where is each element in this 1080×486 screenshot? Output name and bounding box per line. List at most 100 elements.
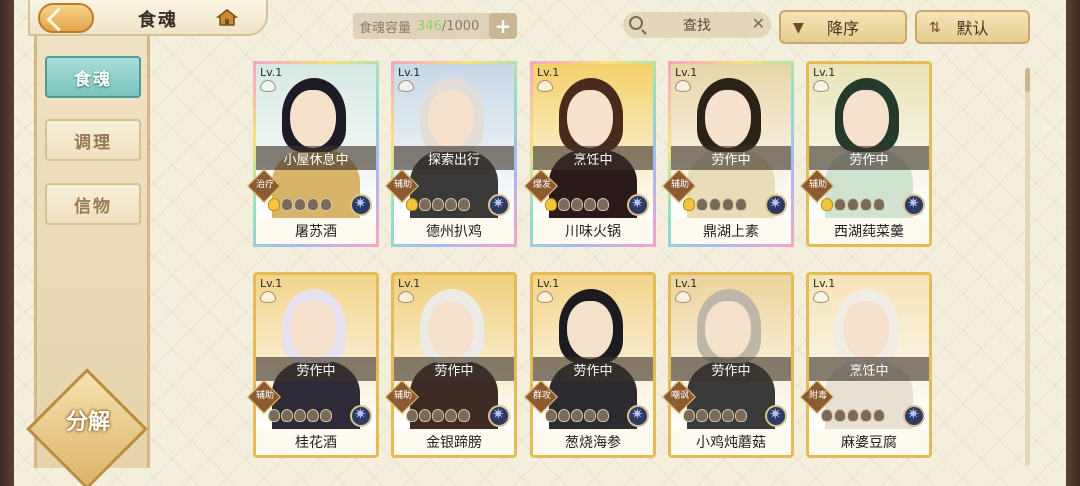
star-rating	[406, 409, 470, 425]
star-icon	[445, 198, 457, 211]
star-icon	[860, 198, 872, 211]
status-banner: 小屋休息中	[256, 146, 376, 170]
role-label: 辅助	[808, 180, 827, 190]
level-label: Lv.1	[537, 66, 560, 79]
food-soul-name: 德州扒鸡	[394, 218, 514, 244]
leaf-icon	[675, 291, 691, 303]
star-icon	[834, 409, 846, 422]
food-soul-card[interactable]: Lv.1 烹饪中爆发川味火锅	[524, 61, 656, 247]
leaf-icon	[813, 291, 829, 303]
star-icon	[268, 409, 280, 422]
role-label: 辅助	[393, 391, 412, 401]
capacity-max: /1000	[441, 18, 480, 34]
star-rating	[545, 198, 609, 214]
leaf-icon	[260, 80, 276, 92]
rarity-gem-icon	[765, 194, 787, 216]
leaf-icon	[537, 80, 553, 92]
star-icon	[294, 409, 306, 422]
star-icon	[683, 198, 695, 211]
search-icon	[629, 16, 643, 30]
star-rating	[268, 198, 332, 214]
level-label: Lv.1	[813, 277, 836, 290]
level-label: Lv.1	[675, 66, 698, 79]
star-icon	[722, 409, 734, 422]
rarity-gem-icon	[765, 405, 787, 427]
rarity-gem-icon	[350, 405, 372, 427]
tab-conditioning[interactable]: 调理	[45, 119, 141, 161]
food-soul-name: 麻婆豆腐	[809, 429, 929, 455]
rarity-gem-icon	[903, 194, 925, 216]
star-icon	[735, 198, 747, 211]
character-face	[843, 90, 889, 148]
star-icon	[307, 409, 319, 422]
status-banner: 烹饪中	[533, 146, 653, 170]
back-button[interactable]	[38, 3, 94, 33]
food-soul-card[interactable]: Lv.1 烹饪中附毒麻婆豆腐	[800, 272, 932, 458]
food-soul-card[interactable]: Lv.1 劳作中辅助桂花酒	[247, 272, 379, 458]
food-soul-card[interactable]: Lv.1 探索出行辅助德州扒鸡	[385, 61, 517, 247]
star-icon	[432, 409, 444, 422]
food-soul-name: 葱烧海参	[533, 429, 653, 455]
leaf-icon	[813, 80, 829, 92]
level-label: Lv.1	[813, 66, 836, 79]
star-rating	[545, 409, 609, 425]
star-icon	[873, 198, 885, 211]
food-soul-card[interactable]: Lv.1 劳作中辅助鼎湖上素	[662, 61, 794, 247]
character-face	[428, 90, 474, 148]
search-placeholder: 查找	[683, 18, 711, 34]
star-icon	[458, 198, 470, 211]
tab-food-souls[interactable]: 食魂	[45, 56, 141, 98]
food-soul-name: 小鸡炖蘑菇	[671, 429, 791, 455]
character-face	[428, 301, 474, 359]
status-banner: 劳作中	[533, 357, 653, 381]
star-icon	[406, 198, 418, 211]
search-input[interactable]: 查找 ✕	[623, 12, 771, 38]
food-soul-card[interactable]: Lv.1 劳作中辅助西湖莼菜羹	[800, 61, 932, 247]
star-icon	[545, 409, 557, 422]
food-soul-card[interactable]: Lv.1 小屋休息中治疗屠苏酒	[247, 61, 379, 247]
scrollbar-track[interactable]	[1025, 68, 1030, 466]
food-soul-card[interactable]: Lv.1 劳作中群攻葱烧海参	[524, 272, 656, 458]
food-soul-card[interactable]: Lv.1 劳作中嘲讽小鸡炖蘑菇	[662, 272, 794, 458]
character-face	[705, 90, 751, 148]
star-icon	[281, 409, 293, 422]
clear-icon[interactable]: ✕	[752, 14, 765, 33]
star-icon	[683, 409, 695, 422]
food-soul-card[interactable]: Lv.1 劳作中辅助金银蹄膀	[385, 272, 517, 458]
capacity-indicator: 食魂容量 346 /1000 +	[353, 13, 517, 39]
level-label: Lv.1	[260, 66, 283, 79]
home-icon[interactable]	[216, 9, 238, 27]
star-icon	[419, 409, 431, 422]
sort-mode-button[interactable]: ⇅ 默认	[915, 10, 1030, 44]
leaf-icon	[398, 80, 414, 92]
star-icon	[406, 409, 418, 422]
role-label: 爆发	[532, 180, 551, 190]
tab-tokens[interactable]: 信物	[45, 183, 141, 225]
sort-order-button[interactable]: ▼ 降序	[779, 10, 907, 44]
star-icon	[847, 409, 859, 422]
character-face	[290, 90, 336, 148]
capacity-current: 346	[417, 18, 442, 34]
star-rating	[406, 198, 470, 214]
scrollbar-thumb[interactable]	[1025, 68, 1030, 92]
star-icon	[709, 198, 721, 211]
star-icon	[320, 198, 332, 211]
star-icon	[419, 198, 431, 211]
star-icon	[696, 198, 708, 211]
level-label: Lv.1	[398, 66, 421, 79]
level-label: Lv.1	[260, 277, 283, 290]
rarity-gem-icon	[350, 194, 372, 216]
star-icon	[696, 409, 708, 422]
level-label: Lv.1	[537, 277, 560, 290]
star-icon	[873, 409, 885, 422]
right-edge	[1066, 0, 1080, 486]
status-banner: 劳作中	[394, 357, 514, 381]
status-banner: 劳作中	[809, 146, 929, 170]
star-icon	[860, 409, 872, 422]
role-label: 辅助	[670, 180, 689, 190]
food-soul-name: 桂花酒	[256, 429, 376, 455]
add-capacity-button[interactable]: +	[489, 13, 517, 39]
star-rating	[683, 198, 747, 214]
star-icon	[821, 409, 833, 422]
level-label: Lv.1	[398, 277, 421, 290]
